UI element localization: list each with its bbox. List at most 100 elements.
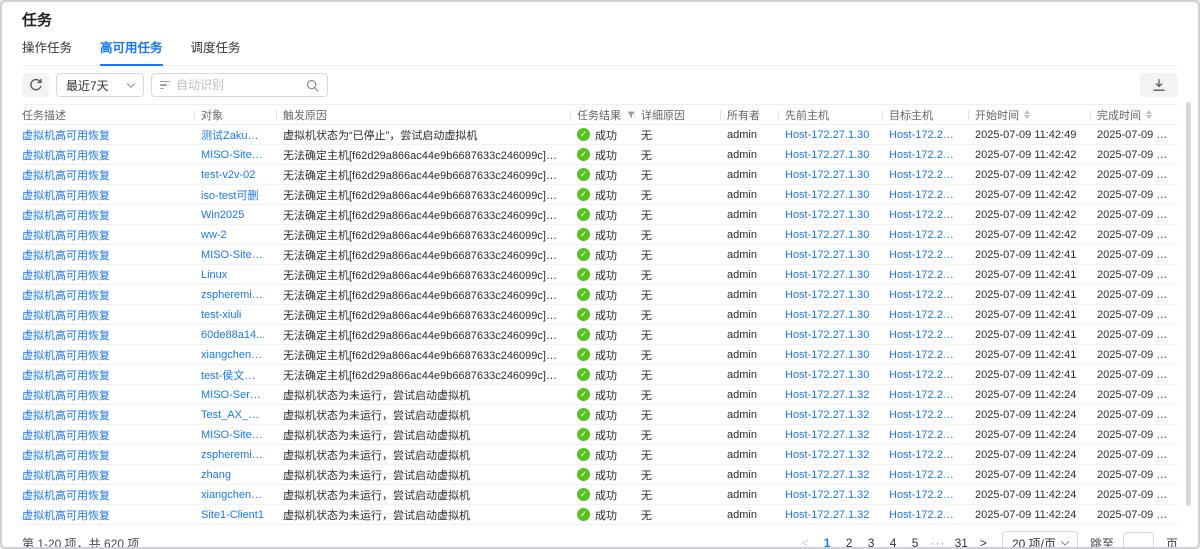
export-button[interactable]: [1140, 73, 1178, 97]
target-host-link[interactable]: Host-172.27...: [882, 489, 968, 501]
target-host-link[interactable]: Host-172.27...: [882, 209, 968, 221]
target-host-link[interactable]: Host-172.27...: [882, 189, 968, 201]
pagination-page-31[interactable]: 31: [955, 536, 968, 549]
target-host-link[interactable]: Host-172.27...: [882, 269, 968, 281]
object-link[interactable]: xiangcheng...: [194, 349, 276, 361]
task-description-link[interactable]: 虚拟机高可用恢复: [22, 187, 194, 203]
object-link[interactable]: MISO-Serve...: [194, 389, 276, 401]
target-host-link[interactable]: Host-172.27...: [882, 509, 968, 521]
task-description-link[interactable]: 虚拟机高可用恢复: [22, 447, 194, 463]
sorter-icon[interactable]: [1024, 110, 1030, 119]
column-header-finish-time[interactable]: 完成时间: [1090, 107, 1178, 123]
object-link[interactable]: Test_AX_Na...: [194, 409, 276, 421]
column-header-result[interactable]: 任务结果: [570, 107, 634, 123]
previous-host-link[interactable]: Host-172.27.1.32: [778, 509, 882, 521]
previous-host-link[interactable]: Host-172.27.1.32: [778, 489, 882, 501]
object-link[interactable]: 60de88a14...: [194, 329, 276, 341]
target-host-link[interactable]: Host-172.27...: [882, 249, 968, 261]
column-header-owner[interactable]: 所有者: [720, 107, 778, 123]
pagination-next-button[interactable]: >: [977, 536, 990, 549]
object-link[interactable]: zspheremim...: [194, 289, 276, 301]
task-description-link[interactable]: 虚拟机高可用恢复: [22, 307, 194, 323]
task-description-link[interactable]: 虚拟机高可用恢复: [22, 467, 194, 483]
task-description-link[interactable]: 虚拟机高可用恢复: [22, 247, 194, 263]
task-description-link[interactable]: 虚拟机高可用恢复: [22, 227, 194, 243]
object-link[interactable]: Win2025: [194, 209, 276, 221]
target-host-link[interactable]: Host-172.27...: [882, 429, 968, 441]
column-header-detail[interactable]: 详细原因: [634, 107, 720, 123]
object-link[interactable]: MISO-Site2...: [194, 149, 276, 161]
pagination-page-3[interactable]: 3: [865, 536, 878, 549]
date-range-select[interactable]: 最近7天: [56, 73, 144, 97]
search-icon[interactable]: [306, 79, 319, 92]
target-host-link[interactable]: Host-172.27...: [882, 409, 968, 421]
previous-host-link[interactable]: Host-172.27.1.30: [778, 289, 882, 301]
previous-host-link[interactable]: Host-172.27.1.30: [778, 269, 882, 281]
refresh-button[interactable]: [22, 73, 49, 97]
page-size-select[interactable]: 20 项/页: [1002, 531, 1078, 549]
object-link[interactable]: MISO-Site1...: [194, 249, 276, 261]
object-link[interactable]: 测试Zaku集...: [194, 127, 276, 143]
task-description-link[interactable]: 虚拟机高可用恢复: [22, 347, 194, 363]
pagination-page-5[interactable]: 5: [909, 536, 922, 549]
column-header-target-host[interactable]: 目标主机: [882, 107, 968, 123]
object-link[interactable]: xiangcheng...: [194, 489, 276, 501]
target-host-link[interactable]: Host-172.27...: [882, 469, 968, 481]
column-header-prev-host[interactable]: 先前主机: [778, 107, 882, 123]
target-host-link[interactable]: Host-172.27...: [882, 349, 968, 361]
target-host-link[interactable]: Host-172.27...: [882, 169, 968, 181]
previous-host-link[interactable]: Host-172.27.1.32: [778, 469, 882, 481]
previous-host-link[interactable]: Host-172.27.1.32: [778, 389, 882, 401]
previous-host-link[interactable]: Host-172.27.1.30: [778, 189, 882, 201]
sorter-icon[interactable]: [1146, 110, 1152, 119]
target-host-link[interactable]: Host-172.27...: [882, 289, 968, 301]
previous-host-link[interactable]: Host-172.27.1.30: [778, 309, 882, 321]
target-host-link[interactable]: Host-172.27...: [882, 389, 968, 401]
previous-host-link[interactable]: Host-172.27.1.30: [778, 149, 882, 161]
pagination-page-1[interactable]: 1: [821, 536, 834, 549]
object-link[interactable]: ww-2: [194, 229, 276, 241]
vertical-scrollbar[interactable]: [1186, 102, 1191, 506]
previous-host-link[interactable]: Host-172.27.1.32: [778, 429, 882, 441]
previous-host-link[interactable]: Host-172.27.1.30: [778, 169, 882, 181]
previous-host-link[interactable]: Host-172.27.1.30: [778, 329, 882, 341]
column-header-desc[interactable]: 任务描述: [22, 107, 194, 123]
previous-host-link[interactable]: Host-172.27.1.30: [778, 209, 882, 221]
object-link[interactable]: zspheremim...: [194, 449, 276, 461]
task-description-link[interactable]: 虚拟机高可用恢复: [22, 267, 194, 283]
target-host-link[interactable]: Host-172.27...: [882, 449, 968, 461]
previous-host-link[interactable]: Host-172.27.1.30: [778, 369, 882, 381]
object-link[interactable]: MISO-Site2...: [194, 429, 276, 441]
tab-scheduled-tasks[interactable]: 调度任务: [191, 37, 241, 66]
previous-host-link[interactable]: Host-172.27.1.32: [778, 409, 882, 421]
target-host-link[interactable]: Host-172.27...: [882, 129, 968, 141]
previous-host-link[interactable]: Host-172.27.1.30: [778, 129, 882, 141]
previous-host-link[interactable]: Host-172.27.1.32: [778, 449, 882, 461]
task-description-link[interactable]: 虚拟机高可用恢复: [22, 367, 194, 383]
pagination-page-4[interactable]: 4: [887, 536, 900, 549]
filter-icon[interactable]: [626, 110, 634, 120]
previous-host-link[interactable]: Host-172.27.1.30: [778, 249, 882, 261]
task-description-link[interactable]: 虚拟机高可用恢复: [22, 327, 194, 343]
task-description-link[interactable]: 虚拟机高可用恢复: [22, 487, 194, 503]
task-description-link[interactable]: 虚拟机高可用恢复: [22, 507, 194, 523]
search-input[interactable]: [176, 78, 300, 92]
task-description-link[interactable]: 虚拟机高可用恢复: [22, 207, 194, 223]
jump-page-input[interactable]: [1123, 532, 1154, 549]
target-host-link[interactable]: Host-172.27...: [882, 309, 968, 321]
object-link[interactable]: test-v2v-02: [194, 169, 276, 181]
previous-host-link[interactable]: Host-172.27.1.30: [778, 349, 882, 361]
pagination-prev-button[interactable]: <: [799, 536, 812, 549]
target-host-link[interactable]: Host-172.27...: [882, 229, 968, 241]
object-link[interactable]: test-xiuli: [194, 309, 276, 321]
tab-high-availability-tasks[interactable]: 高可用任务: [100, 37, 163, 66]
task-description-link[interactable]: 虚拟机高可用恢复: [22, 387, 194, 403]
task-description-link[interactable]: 虚拟机高可用恢复: [22, 287, 194, 303]
column-header-reason[interactable]: 触发原因: [276, 107, 570, 123]
target-host-link[interactable]: Host-172.27...: [882, 369, 968, 381]
column-header-start-time[interactable]: 开始时间: [968, 107, 1090, 123]
tab-operation-tasks[interactable]: 操作任务: [22, 37, 72, 66]
pagination-page-2[interactable]: 2: [843, 536, 856, 549]
task-description-link[interactable]: 虚拟机高可用恢复: [22, 407, 194, 423]
task-description-link[interactable]: 虚拟机高可用恢复: [22, 147, 194, 163]
